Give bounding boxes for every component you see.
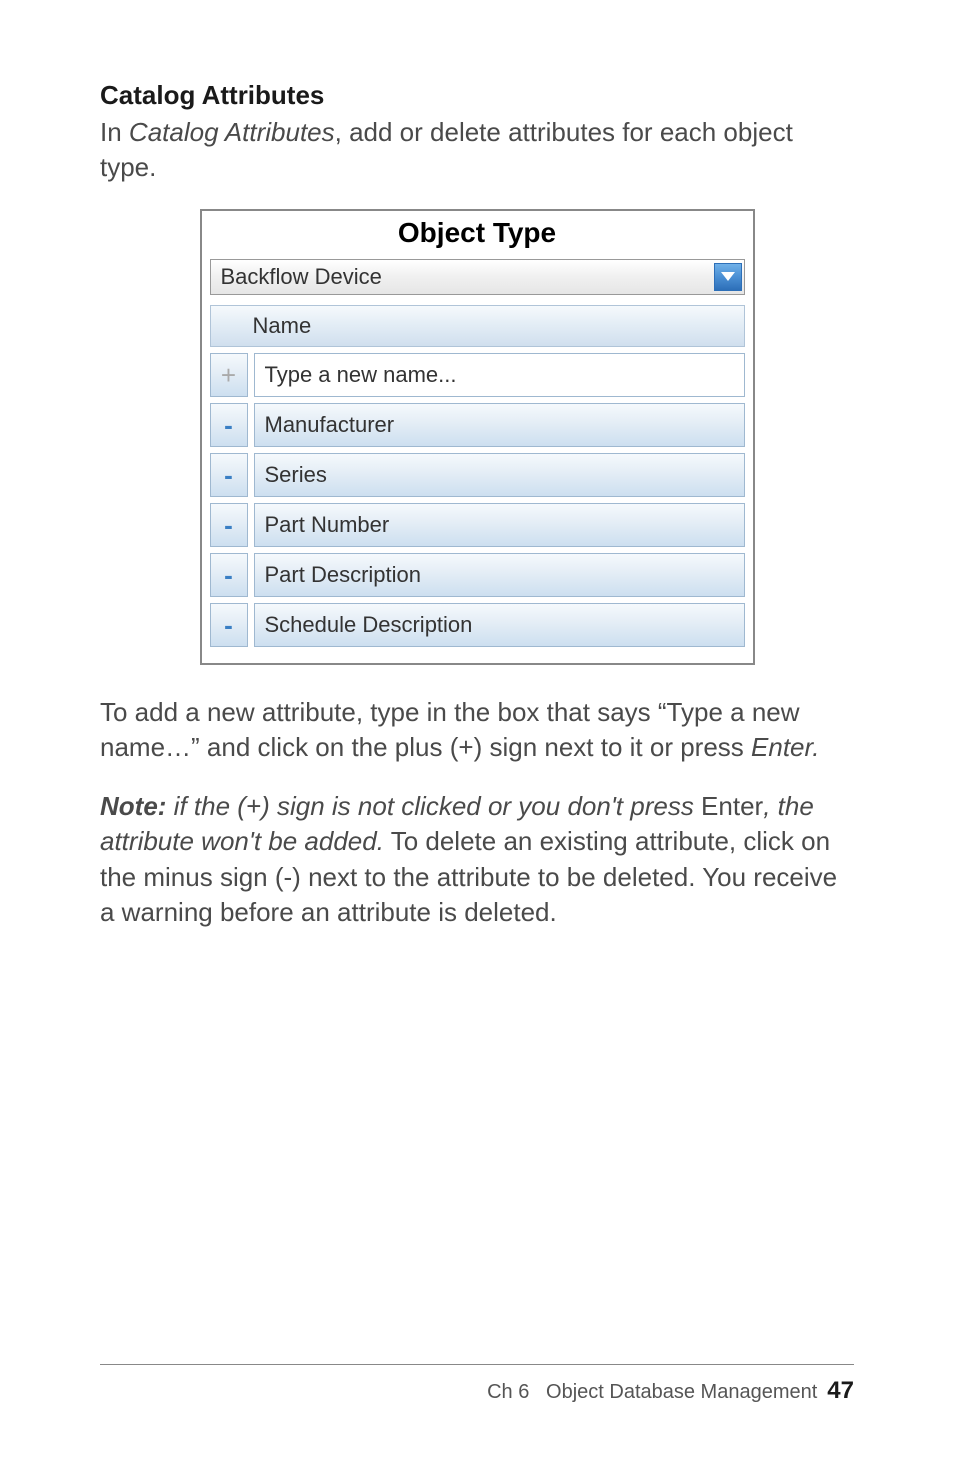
footer-divider <box>100 1364 854 1365</box>
para2-em: Enter. <box>751 732 819 762</box>
footer-chapter: Ch 6 <box>487 1381 529 1403</box>
dropdown-selected-value: Backflow Device <box>221 264 382 290</box>
remove-attribute-button[interactable]: - <box>210 603 248 647</box>
page-number: 47 <box>827 1377 854 1404</box>
attribute-name-cell[interactable]: Schedule Description <box>254 603 745 647</box>
intro-paragraph: In Catalog Attributes, add or delete att… <box>100 115 854 185</box>
note-enter-word: Enter <box>701 791 763 821</box>
remove-attribute-button[interactable]: - <box>210 403 248 447</box>
section-heading: Catalog Attributes <box>100 80 854 111</box>
column-header-name: Name <box>210 305 745 347</box>
remove-attribute-button[interactable]: - <box>210 453 248 497</box>
attribute-name-cell[interactable]: Part Number <box>254 503 745 547</box>
page-footer: Ch 6 Object Database Management 47 <box>100 1364 854 1405</box>
intro-pre: In <box>100 117 129 147</box>
intro-emphasis: Catalog Attributes <box>129 117 335 147</box>
note-label: Note: <box>100 791 166 821</box>
attribute-name-cell[interactable]: Part Description <box>254 553 745 597</box>
para2-pre: To add a new attribute, type in the box … <box>100 697 800 762</box>
add-attribute-button[interactable]: + <box>210 353 248 397</box>
chevron-down-icon[interactable] <box>714 263 742 291</box>
attribute-row: - Series <box>210 453 745 497</box>
remove-attribute-button[interactable]: - <box>210 553 248 597</box>
attribute-name-cell[interactable]: Manufacturer <box>254 403 745 447</box>
attribute-row: - Schedule Description <box>210 603 745 647</box>
footer-text: Ch 6 Object Database Management 47 <box>100 1377 854 1405</box>
remove-attribute-button[interactable]: - <box>210 503 248 547</box>
add-instruction-paragraph: To add a new attribute, type in the box … <box>100 695 854 765</box>
attribute-row: - Manufacturer <box>210 403 745 447</box>
panel-title: Object Type <box>202 211 753 259</box>
attribute-row: - Part Description <box>210 553 745 597</box>
note-italic-1: if the (+) sign is not clicked or you do… <box>166 791 701 821</box>
object-type-dropdown[interactable]: Backflow Device <box>210 259 745 295</box>
attribute-row: - Part Number <box>210 503 745 547</box>
note-paragraph: Note: if the (+) sign is not clicked or … <box>100 789 854 929</box>
object-type-screenshot: Object Type Backflow Device Name + Type … <box>200 209 755 665</box>
footer-title: Object Database Management <box>546 1381 817 1403</box>
attribute-name-cell[interactable]: Series <box>254 453 745 497</box>
new-attribute-input[interactable]: Type a new name... <box>254 353 745 397</box>
object-type-panel: Object Type Backflow Device Name + Type … <box>200 209 755 665</box>
new-attribute-row: + Type a new name... <box>210 353 745 397</box>
